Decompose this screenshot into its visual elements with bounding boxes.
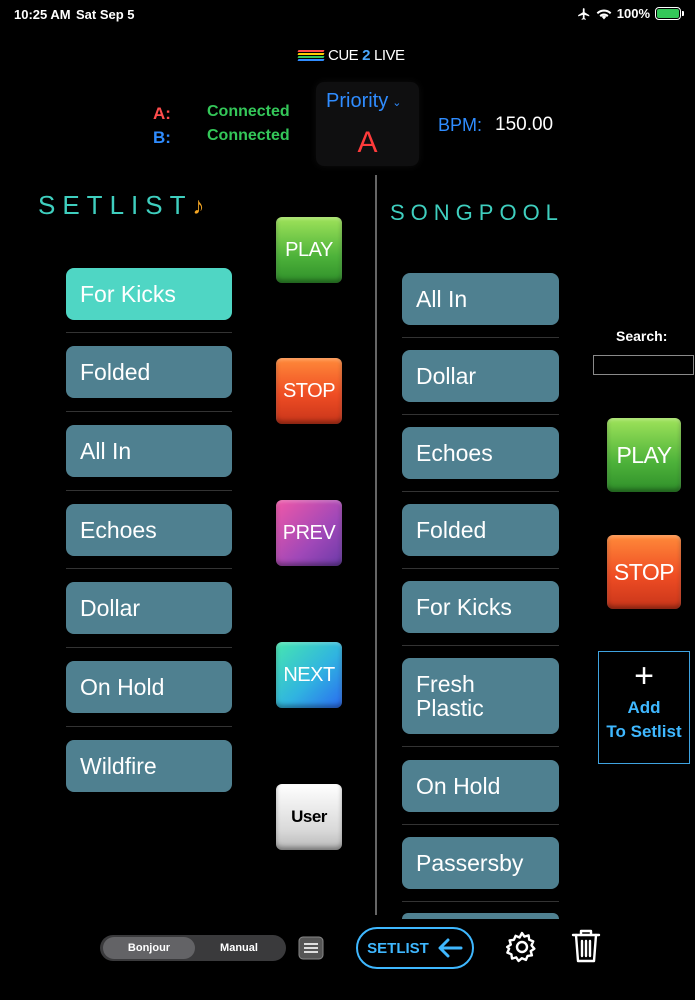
connection-a-label: A: — [153, 104, 171, 123]
search-input[interactable] — [593, 355, 694, 375]
setlist-item[interactable]: All In — [66, 425, 232, 477]
setlist-separator — [66, 647, 232, 648]
songpool-separator — [402, 645, 559, 646]
songpool-separator — [402, 337, 559, 338]
setlist-item[interactable]: On Hold — [66, 661, 232, 713]
status-right: 100% — [577, 6, 684, 21]
bpm-value[interactable]: 150.00 — [495, 114, 553, 136]
setlist-toggle-button[interactable]: SETLIST — [356, 927, 474, 969]
logo-text-2: 2 — [362, 47, 371, 64]
gear-icon[interactable] — [505, 930, 539, 964]
arrow-left-icon — [438, 938, 463, 958]
songpool-title: SONGPOOL — [390, 200, 564, 225]
setlist-toggle-label: SETLIST — [367, 939, 429, 957]
status-bar: 10:25 AM Sat Sep 5 100% — [0, 0, 695, 28]
notes-list-icon[interactable] — [298, 936, 324, 960]
songpool-stop-button[interactable]: STOP — [607, 535, 681, 609]
songpool-item[interactable]: Fresh Plastic — [402, 658, 559, 734]
logo-text-cue: CUE — [328, 47, 359, 64]
songpool-item[interactable]: For Kicks — [402, 581, 559, 633]
connection-b-label: B: — [153, 128, 171, 147]
songpool-separator — [402, 746, 559, 747]
setlist-item[interactable]: Dollar — [66, 582, 232, 634]
wifi-icon — [596, 9, 612, 20]
songpool-separator — [402, 491, 559, 492]
songpool-separator — [402, 414, 559, 415]
next-button[interactable]: NEXT — [276, 642, 342, 708]
songpool-item[interactable]: Passersby — [402, 837, 559, 889]
songpool-item[interactable]: Echoes — [402, 427, 559, 479]
prev-button[interactable]: PREV — [276, 500, 342, 566]
setlist-item[interactable]: Wildfire — [66, 740, 232, 792]
plus-icon: + — [634, 657, 654, 695]
logo-stripes-icon — [297, 49, 325, 62]
songpool-item[interactable]: Dollar — [402, 350, 559, 402]
search-label: Search: — [616, 328, 668, 344]
priority-title-text: Priority — [326, 90, 389, 112]
songpool-play-button[interactable]: PLAY — [607, 418, 681, 492]
add-to-setlist-line2: To Setlist — [606, 722, 682, 741]
setlist-separator — [66, 726, 232, 727]
chevron-down-icon: ⌄ — [392, 97, 402, 109]
battery-percent: 100% — [616, 6, 650, 21]
setlist-separator — [66, 411, 232, 412]
setlist-title: SETLIST♪ — [38, 190, 204, 221]
setlist-separator — [66, 568, 232, 569]
segment-manual[interactable]: Manual — [195, 937, 283, 959]
play-button[interactable]: PLAY — [276, 217, 342, 283]
add-to-setlist-button[interactable]: + Add To Setlist — [598, 651, 690, 764]
connection-b-status: Connected — [207, 127, 290, 144]
songpool-separator — [402, 901, 559, 902]
songpool-separator — [402, 824, 559, 825]
songpool-item[interactable]: All In — [402, 273, 559, 325]
stop-button[interactable]: STOP — [276, 358, 342, 424]
trash-icon[interactable] — [571, 928, 601, 964]
status-time: 10:25 AM — [14, 7, 71, 22]
logo-text-live: LIVE — [374, 47, 405, 64]
segment-bonjour[interactable]: Bonjour — [103, 937, 195, 959]
priority-title: Priority ⌄ — [326, 90, 401, 113]
airplane-icon — [577, 7, 589, 20]
battery-icon — [655, 7, 684, 20]
user-button[interactable]: User — [276, 784, 342, 850]
priority-selector[interactable]: Priority ⌄ A — [316, 82, 419, 166]
setlist-item[interactable]: For Kicks — [66, 268, 232, 320]
setlist-separator — [66, 490, 232, 491]
connection-mode-segment: Bonjour Manual — [100, 935, 286, 961]
app-logo: CUE 2 LIVE — [297, 47, 405, 64]
setlist-item[interactable]: Folded — [66, 346, 232, 398]
status-date: Sat Sep 5 — [76, 7, 135, 22]
music-note-icon: ♪ — [192, 193, 205, 220]
connection-a-status: Connected — [207, 103, 290, 120]
songpool-item-partial[interactable] — [402, 913, 559, 919]
songpool-item[interactable]: On Hold — [402, 760, 559, 812]
setlist-separator — [66, 332, 232, 333]
songpool-item[interactable]: Folded — [402, 504, 559, 556]
column-divider — [375, 175, 377, 915]
bpm-label: BPM: — [438, 115, 483, 135]
priority-value: A — [357, 126, 378, 159]
setlist-item[interactable]: Echoes — [66, 504, 232, 556]
setlist-title-text: SETLIST — [38, 190, 193, 220]
songpool-separator — [402, 568, 559, 569]
add-to-setlist-line1: Add — [627, 698, 661, 717]
